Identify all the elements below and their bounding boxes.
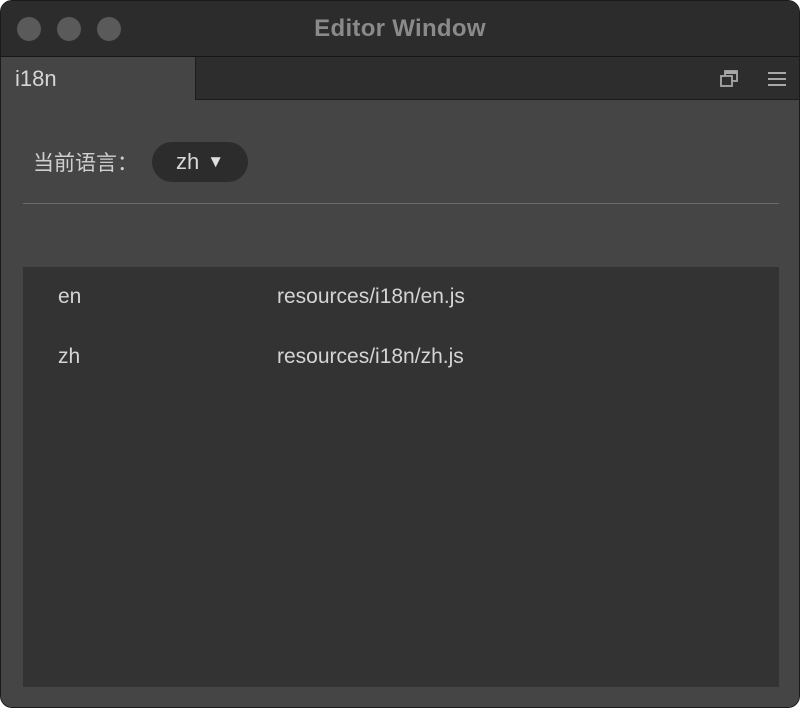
i18n-panel: 当前语言： zh ▼ en resources/i18n/en.js zh re… — [1, 100, 799, 707]
current-language-label: 当前语言： — [33, 152, 138, 175]
language-code: en — [58, 285, 82, 308]
language-file-path: resources/i18n/zh.js — [277, 345, 464, 368]
language-file-list: en resources/i18n/en.js zh resources/i18… — [23, 267, 779, 687]
language-code: zh — [58, 345, 81, 368]
popout-window-icon[interactable] — [713, 57, 745, 100]
list-item[interactable]: zh resources/i18n/zh.js — [23, 327, 779, 387]
tab-bar: i18n — [1, 57, 799, 101]
editor-window: Editor Window i18n 当前语言： zh ▼ en resourc… — [0, 0, 800, 708]
tab-i18n[interactable]: i18n — [1, 57, 196, 101]
dropdown-caret-icon: ▼ — [207, 152, 225, 171]
language-file-path: resources/i18n/en.js — [277, 285, 465, 308]
hamburger-menu-icon[interactable] — [761, 57, 793, 100]
window-title: Editor Window — [314, 15, 486, 42]
current-language-row: 当前语言： zh ▼ — [33, 140, 248, 184]
language-select[interactable]: zh ▼ — [152, 142, 248, 182]
list-item[interactable]: en resources/i18n/en.js — [23, 267, 779, 327]
divider — [23, 203, 779, 204]
language-select-value: zh — [175, 149, 200, 174]
title-bar[interactable]: Editor Window — [1, 1, 799, 57]
